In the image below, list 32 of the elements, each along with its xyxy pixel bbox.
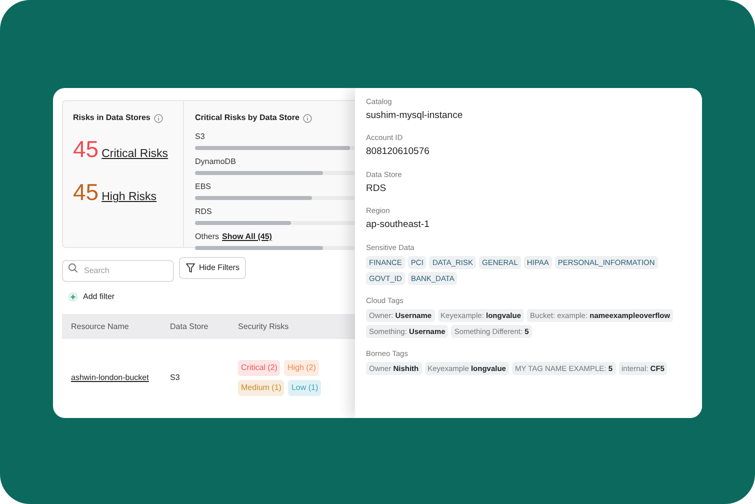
field-value: sushim-mysql-instance [366,110,464,122]
bar-label: EBS [195,181,212,193]
column-header: Data Store [170,320,210,332]
risk-badge: High (2) [284,360,319,376]
bar-label: Others [195,232,220,241]
risk-badge: Medium (1) [238,380,284,396]
risk-badge: Low (1) [288,380,322,396]
show-all-link[interactable]: Show All (45) [222,232,272,241]
field-value: 808120610576 [366,146,430,158]
info-icon [154,114,164,122]
table-cell-text: S3 [170,372,181,384]
resource-link[interactable]: ashwin-london-bucket [71,373,149,382]
hide-filters-button[interactable]: Hide Filters [179,257,246,279]
field-value: RDS [366,182,388,194]
info-icon [303,114,312,122]
column-header: Security Risks [238,320,290,332]
field-value: ap-southeast-1 [366,219,430,231]
column-header: Resource Name [70,320,130,332]
bar-label: DynamoDB [195,156,237,168]
section-title: Risks in Data Stores [73,112,150,124]
plus-icon [68,292,78,302]
risk-count: 45 [73,138,99,161]
filter-icon [186,263,195,273]
risk-badge: Critical (2) [238,360,280,376]
risk-link[interactable]: Critical Risks [102,146,168,164]
risk-count: 45 [73,181,99,204]
search-field[interactable]: Search [62,260,174,282]
bar-label: S3 [195,131,206,143]
section-title: Critical Risks by Data Store [195,112,300,124]
bar-label: RDS [195,206,213,218]
risk-link[interactable]: High Risks [102,189,157,206]
add-filter-button[interactable]: Add filter [68,291,115,303]
